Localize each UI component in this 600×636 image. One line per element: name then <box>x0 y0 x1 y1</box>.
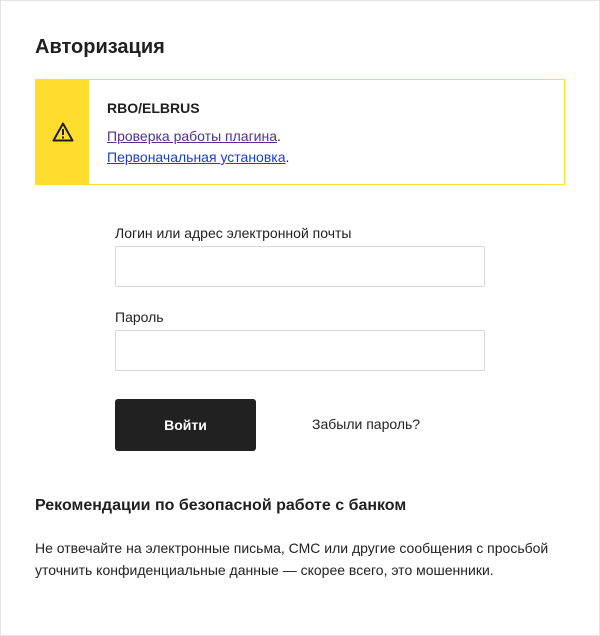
password-label: Пароль <box>115 309 164 325</box>
notice-title: RBO/ELBRUS <box>107 100 200 116</box>
plugin-notice: RBO/ELBRUS Проверка работы плагина. Перв… <box>35 79 565 185</box>
punctuation: . <box>277 128 281 144</box>
notice-stripe <box>36 80 89 184</box>
initial-install-link[interactable]: Первоначальная установка <box>107 149 286 165</box>
forgot-password-link[interactable]: Забыли пароль? <box>312 416 420 432</box>
plugin-check-link[interactable]: Проверка работы плагина <box>107 128 277 144</box>
login-input[interactable] <box>115 246 485 287</box>
notice-line-install: Первоначальная установка. <box>107 147 289 168</box>
password-input[interactable] <box>115 330 485 371</box>
notice-body: RBO/ELBRUS Проверка работы плагина. Перв… <box>89 80 289 184</box>
login-button[interactable]: Войти <box>115 399 256 451</box>
punctuation: . <box>285 149 290 165</box>
recommendations-text: Не отвечайте на электронные письма, СМС … <box>35 540 549 578</box>
notice-line-check: Проверка работы плагина. <box>107 126 289 147</box>
page-title: Авторизация <box>35 36 165 58</box>
recommendations-title: Рекомендации по безопасной работе с банк… <box>35 497 407 514</box>
login-label: Логин или адрес электронной почты <box>115 225 352 241</box>
warning-icon <box>52 122 73 142</box>
